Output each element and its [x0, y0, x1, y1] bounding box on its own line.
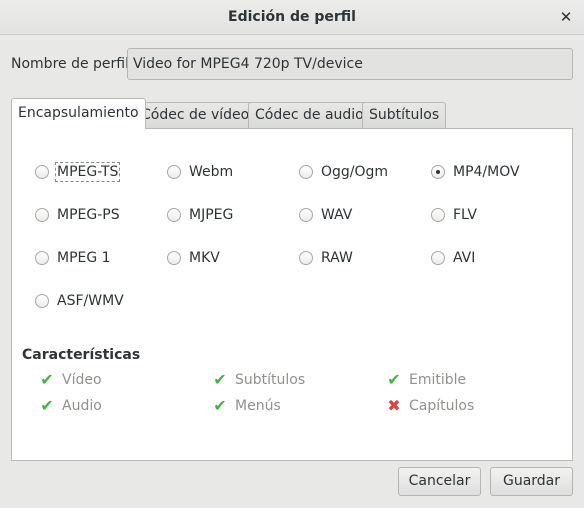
feature-video: ✔ Vídeo: [39, 370, 102, 389]
tab-subtitulos[interactable]: Subtítulos: [362, 102, 447, 128]
radio-button[interactable]: [299, 165, 313, 179]
radio-label: Webm: [189, 164, 234, 180]
check-icon: ✔: [213, 370, 227, 389]
radio-button[interactable]: [299, 251, 313, 265]
radio-button[interactable]: [167, 251, 181, 265]
radio-button[interactable]: [35, 165, 49, 179]
radio-asf-wmv[interactable]: ASF/WMV: [35, 293, 124, 309]
radio-label: MPEG 1: [57, 250, 111, 266]
feature-label: Capítulos: [409, 397, 475, 414]
radio-button[interactable]: [167, 165, 181, 179]
feature-emitible: ✔ Emitible: [386, 370, 466, 389]
tab-encapsulamiento[interactable]: Encapsulamiento: [11, 98, 146, 129]
radio-button[interactable]: [431, 165, 445, 179]
features-title: Características: [22, 347, 141, 363]
profile-name-label: Nombre de perfil: [11, 56, 129, 72]
check-icon: ✔: [213, 396, 227, 415]
radio-wav[interactable]: WAV: [299, 207, 352, 223]
radio-label: AVI: [453, 250, 476, 266]
radio-ogg-ogm[interactable]: Ogg/Ogm: [299, 164, 388, 180]
radio-label: ASF/WMV: [57, 293, 124, 309]
close-button[interactable]: ✕: [557, 7, 575, 27]
window-title: Edición de perfil: [228, 9, 356, 25]
radio-avi[interactable]: AVI: [431, 250, 475, 266]
radio-mjpeg[interactable]: MJPEG: [167, 207, 233, 223]
radio-label: Ogg/Ogm: [321, 164, 389, 180]
radio-mpeg-ts[interactable]: MPEG-TS: [35, 162, 121, 182]
title-bar: Edición de perfil ✕: [0, 0, 584, 35]
radio-label: MPEG-PS: [57, 207, 120, 223]
profile-name-input[interactable]: [127, 48, 573, 80]
feature-subtitulos: ✔ Subtítulos: [212, 370, 305, 389]
feature-capitulos: ✖ Capítulos: [386, 396, 474, 415]
tab-codec-audio[interactable]: Códec de audio: [248, 102, 371, 128]
feature-menus: ✔ Menús: [212, 396, 281, 415]
radio-label: MPEG-TS: [54, 162, 121, 182]
feature-audio: ✔ Audio: [39, 396, 102, 415]
feature-label: Audio: [62, 397, 102, 414]
close-icon: ✕: [559, 8, 573, 26]
feature-label: Vídeo: [62, 371, 102, 388]
radio-webm[interactable]: Webm: [167, 164, 233, 180]
radio-label: FLV: [453, 207, 477, 223]
radio-mpeg-ps[interactable]: MPEG-PS: [35, 207, 120, 223]
save-button[interactable]: Guardar: [490, 467, 573, 496]
radio-label: WAV: [321, 207, 353, 223]
check-icon: ✔: [40, 370, 54, 389]
radio-flv[interactable]: FLV: [431, 207, 477, 223]
feature-label: Emitible: [409, 371, 467, 388]
feature-label: Subtítulos: [235, 371, 306, 388]
radio-button[interactable]: [431, 251, 445, 265]
check-icon: ✔: [387, 370, 401, 389]
radio-mkv[interactable]: MKV: [167, 250, 220, 266]
radio-label: MP4/MOV: [453, 164, 520, 180]
radio-button[interactable]: [35, 251, 49, 265]
feature-label: Menús: [235, 397, 281, 414]
radio-label: MJPEG: [189, 207, 234, 223]
radio-mpeg-1[interactable]: MPEG 1: [35, 250, 111, 266]
radio-button[interactable]: [299, 208, 313, 222]
check-icon: ✔: [40, 396, 54, 415]
radio-label: MKV: [189, 250, 220, 266]
tab-codec-video[interactable]: Códec de vídeo: [134, 102, 257, 128]
cancel-button[interactable]: Cancelar: [398, 467, 481, 496]
radio-label: RAW: [321, 250, 353, 266]
radio-mp4-mov[interactable]: MP4/MOV: [431, 164, 520, 180]
encapsulation-panel: MPEG-TS Webm Ogg/Ogm MP4/MOV MPEG-PS MJP…: [11, 128, 573, 461]
radio-button[interactable]: [167, 208, 181, 222]
cross-icon: ✖: [387, 396, 401, 415]
radio-button[interactable]: [431, 208, 445, 222]
radio-raw[interactable]: RAW: [299, 250, 353, 266]
radio-button[interactable]: [35, 294, 49, 308]
radio-button[interactable]: [35, 208, 49, 222]
